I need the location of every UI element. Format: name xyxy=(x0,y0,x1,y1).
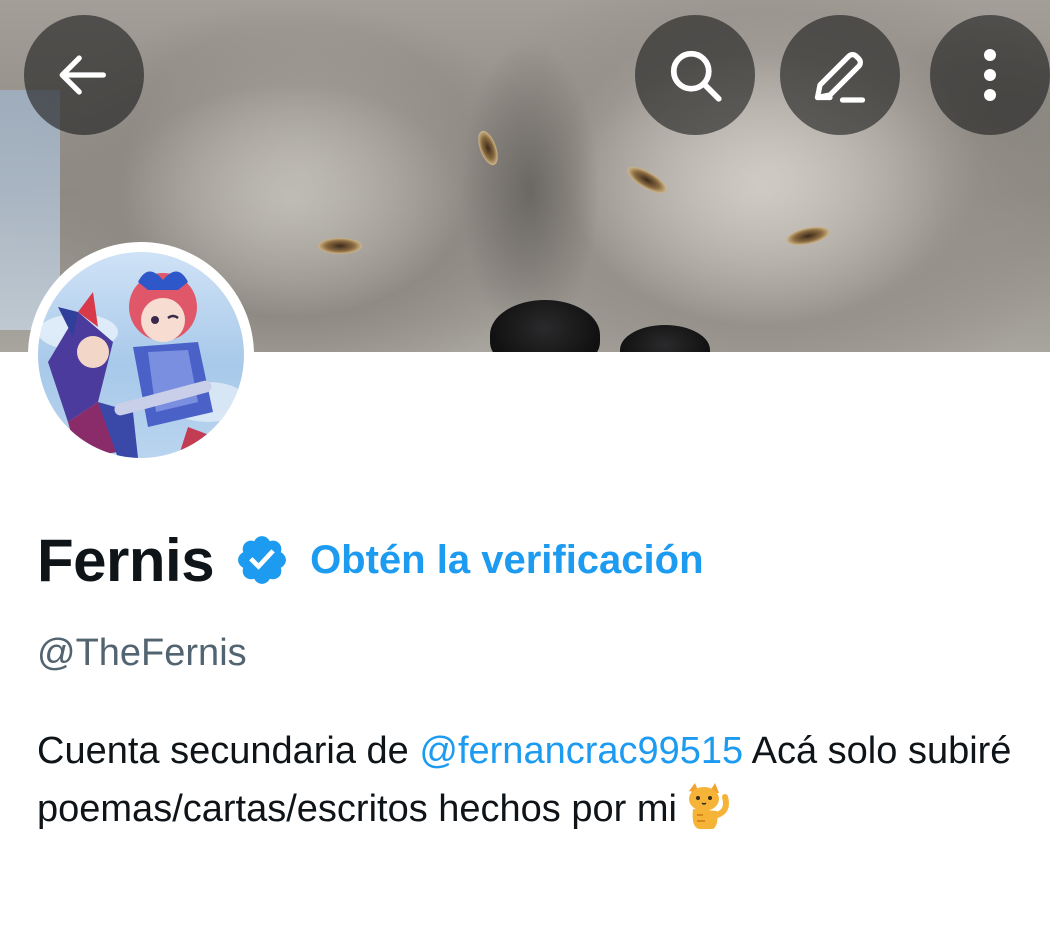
profile-handle: @TheFernis xyxy=(37,632,247,674)
profile-name-row: Fernis Obtén la verificación xyxy=(37,522,704,598)
bio-mention-link[interactable]: @fernancrac99515 xyxy=(419,730,743,772)
pencil-icon xyxy=(810,45,870,105)
bio-text: Cuenta secundaria de xyxy=(37,730,409,772)
search-button[interactable] xyxy=(635,15,755,135)
profile-avatar[interactable] xyxy=(28,242,254,468)
wolf-eye xyxy=(318,238,362,254)
arrow-left-icon xyxy=(55,46,113,104)
compose-button[interactable] xyxy=(780,15,900,135)
avatar-image xyxy=(38,252,244,458)
profile-page: Fernis Obtén la verificación @TheFernis … xyxy=(0,0,1050,925)
back-button[interactable] xyxy=(24,15,144,135)
wolf-nose xyxy=(620,325,710,352)
verified-badge-icon[interactable] xyxy=(234,532,290,588)
more-vertical-icon xyxy=(980,43,1000,107)
wolf-fur-shadow xyxy=(460,40,600,340)
get-verified-link[interactable]: Obtén la verificación xyxy=(310,538,703,583)
profile-bio: Cuenta secundaria de @fernancrac99515 Ac… xyxy=(37,722,1017,848)
search-icon xyxy=(665,45,725,105)
display-name: Fernis xyxy=(37,526,215,594)
more-options-button[interactable] xyxy=(930,15,1050,135)
cat-icon xyxy=(683,781,731,848)
wolf-right-head xyxy=(560,10,980,330)
